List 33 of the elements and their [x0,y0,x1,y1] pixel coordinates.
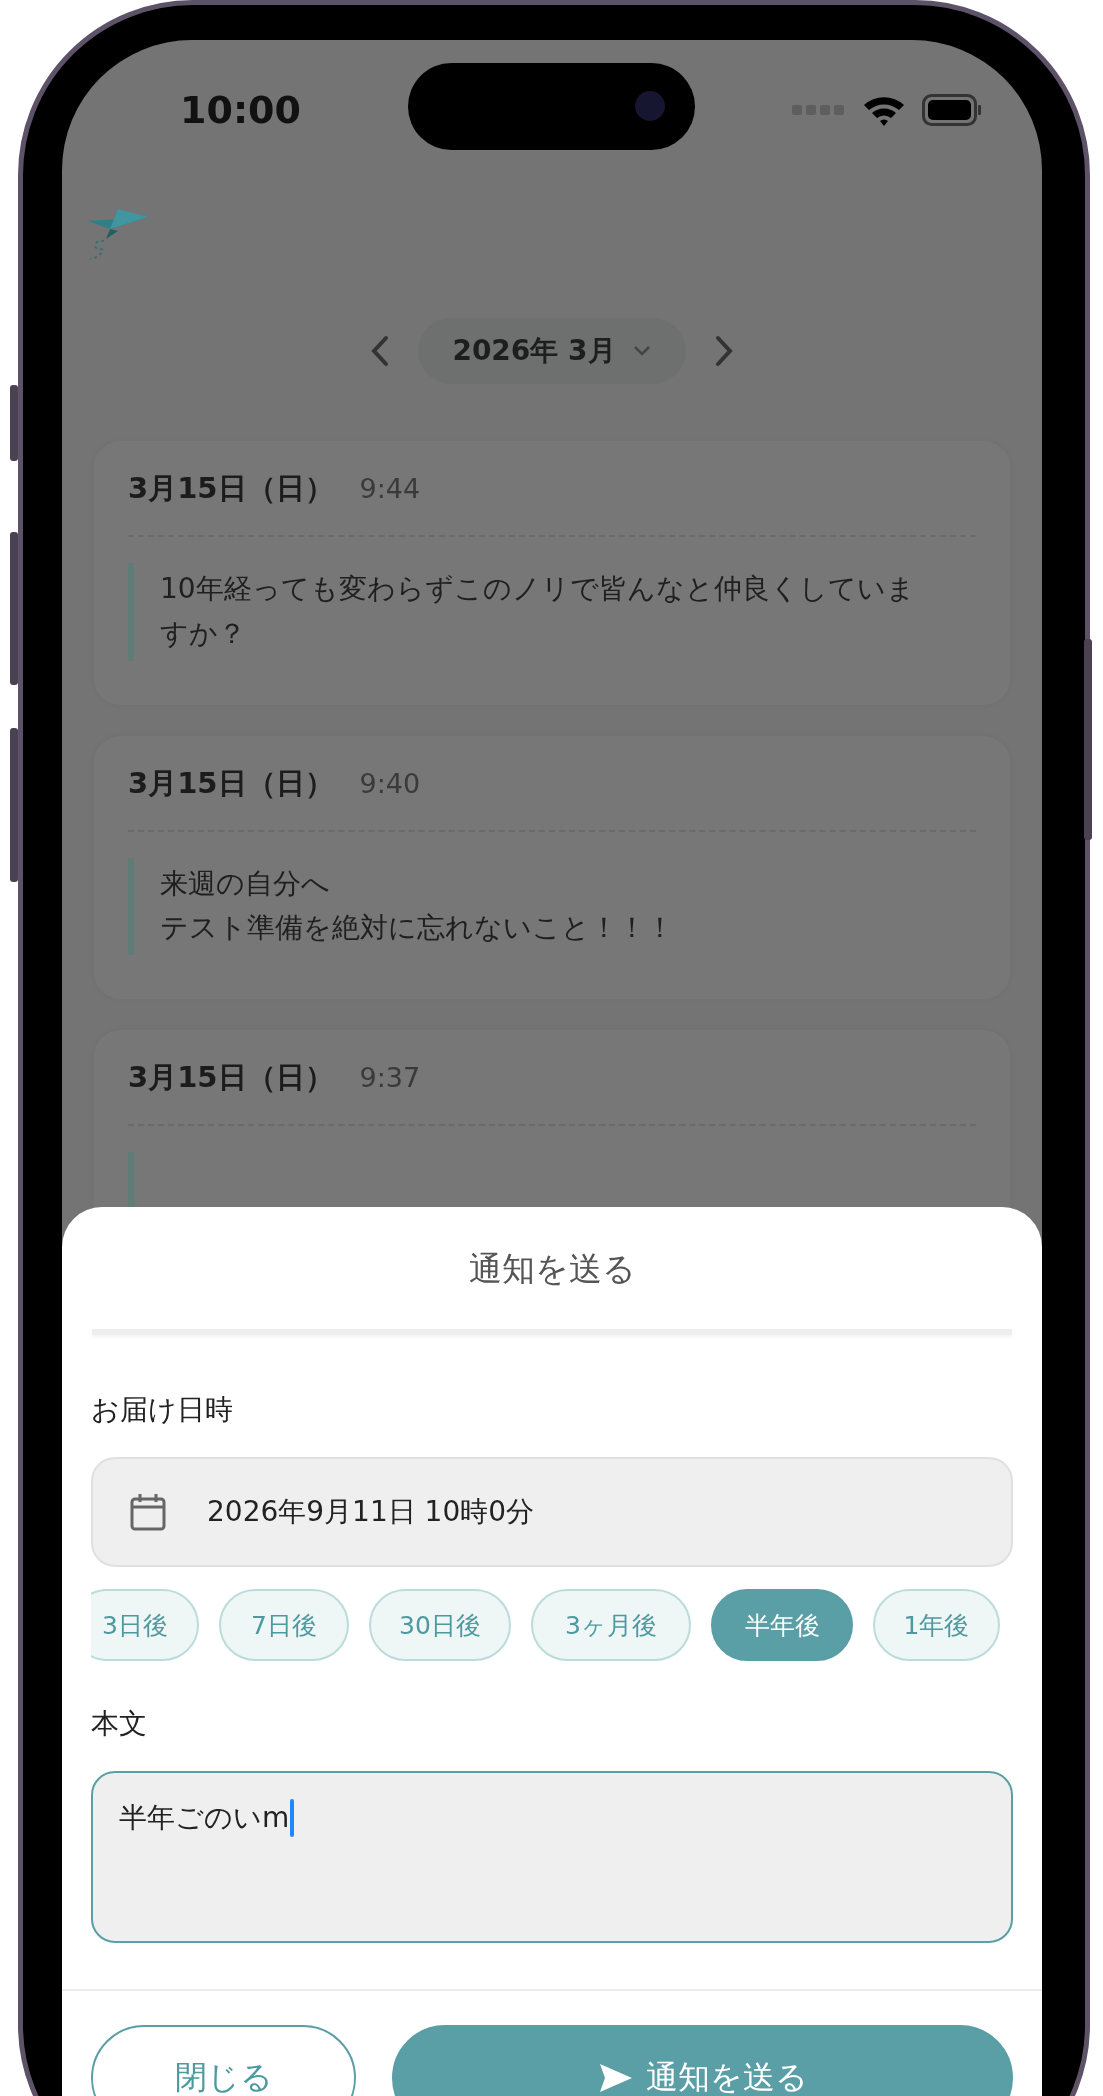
preset-chip[interactable]: 半年後 [711,1589,853,1661]
status-time: 10:00 [180,88,301,132]
battery-icon [922,94,982,126]
month-picker[interactable]: 2026年 3月 [418,318,686,384]
entry-message: テスト準備を絶対に忘れないこと！！！ [160,910,675,947]
preset-chip[interactable]: 3ヶ月後 [531,1589,691,1661]
calendar-icon [129,1492,167,1532]
sheet-title: 通知を送る [467,1248,637,1289]
previous-month-button[interactable] [370,335,391,367]
date-field[interactable]: 2026年9月11日 10時0分 [91,1457,1013,1567]
entry-card[interactable]: 3月15日（日） 9:40 来週の自分へ テスト準備を絶対に忘れないこと！！！ [94,735,1010,1000]
next-month-button[interactable] [713,335,734,367]
send-icon [597,2062,634,2094]
entry-message: 来週の自分へ [160,865,331,902]
preset-chip[interactable]: 7日後 [219,1589,349,1661]
text-cursor [290,1799,295,1837]
field-label: お届け日時 [91,1392,234,1428]
chevron-down-icon [631,345,652,357]
preset-chip[interactable]: 1年後 [873,1589,1000,1661]
entry-date: 3月15日（日） [128,764,334,802]
entry-date: 3月15日（日） [128,1059,334,1097]
body-field[interactable]: 半年ごのいm [91,1771,1013,1943]
preset-chip[interactable]: 3日後 [91,1589,199,1661]
entry-time: 9:44 [359,473,421,504]
field-label: 本文 [91,1706,148,1742]
close-button[interactable]: 閉じる [91,2025,356,2096]
entry-date: 3月15日（日） [128,470,334,507]
entry-message: 10年経っても変わらずこのノリで皆んなと仲良くしていますか？ [160,571,916,652]
entry-time: 9:40 [359,767,421,799]
send-button[interactable]: 通知を送る [392,2025,1013,2096]
entry-time: 9:37 [359,1062,421,1094]
preset-chip[interactable]: 30日後 [369,1589,511,1661]
entry-card[interactable]: 3月15日（日） 9:44 10年経っても変わらずこのノリで皆んなと仲良くしていますか？ [94,441,1010,705]
